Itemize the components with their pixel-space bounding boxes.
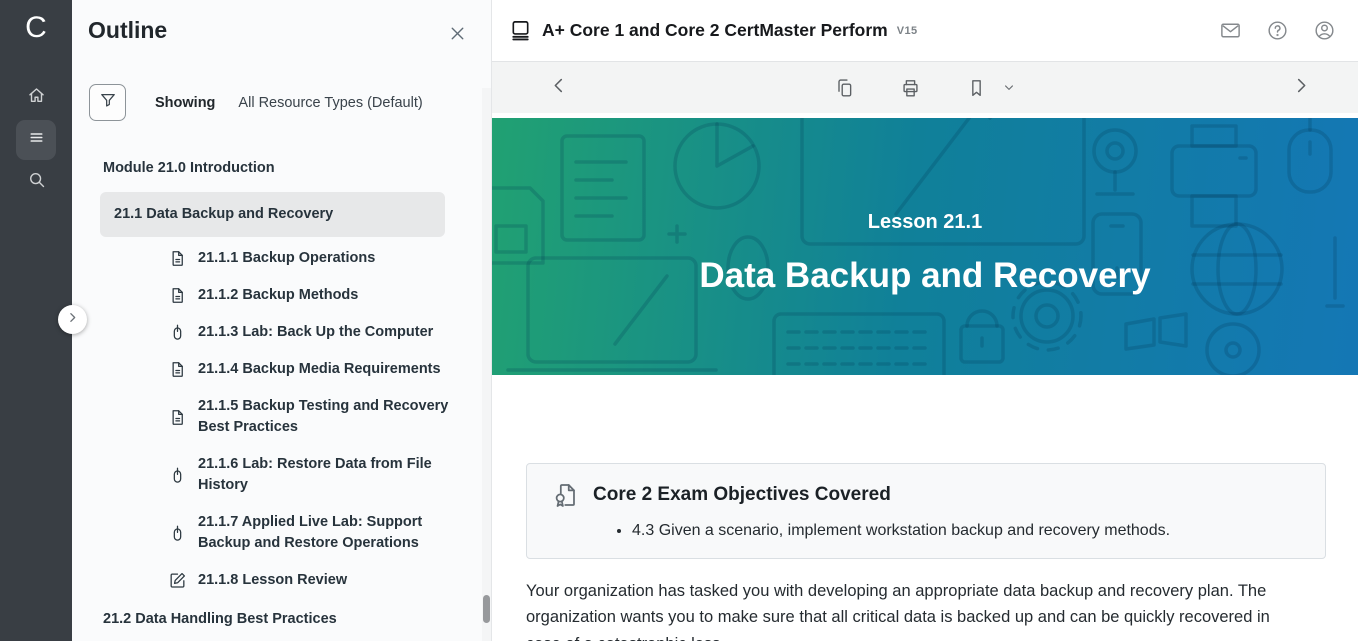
outline-item[interactable]: 21.1.2 Backup Methods [72, 277, 483, 314]
previous-page-button[interactable] [548, 74, 570, 101]
lab-mouse-icon [168, 524, 187, 543]
search-button[interactable] [16, 162, 56, 202]
outline-scrollbar-track[interactable] [482, 88, 491, 641]
outline-toggle-button[interactable] [16, 120, 56, 160]
objectives-list: 4.3 Given a scenario, implement workstat… [551, 520, 1305, 542]
main-content: A+ Core 1 and Core 2 CertMaster Perform … [491, 0, 1358, 641]
filter-showing-label: Showing [155, 95, 215, 111]
outline-item[interactable]: Module 21.0 Introduction [72, 148, 483, 189]
app-window: C Outline Showing All Resource Type [0, 0, 1358, 641]
outline-item-label: 21.2 Data Handling Best Practices [103, 609, 337, 630]
outline-item[interactable]: 21.1.4 Backup Media Requirements [72, 351, 483, 388]
chevron-right-icon [66, 311, 79, 329]
outline-item-label: Module 21.0 Introduction [103, 158, 275, 179]
objectives-header: Core 2 Exam Objectives Covered [551, 481, 1305, 509]
outline-list: Module 21.0 Introduction 21.1 Data Backup… [72, 148, 483, 641]
banner-text: Lesson 21.1 Data Backup and Recovery [492, 118, 1358, 375]
outline-item[interactable]: 21.2 Data Handling Best Practices [72, 599, 483, 640]
outline-item[interactable]: 21.1.5 Backup Testing and Recovery Best … [72, 388, 483, 446]
outline-item-label: 21.1.2 Backup Methods [198, 285, 358, 306]
filter-value: All Resource Types (Default) [238, 95, 422, 111]
filter-row: Showing All Resource Types (Default) [89, 84, 423, 121]
lesson-banner: Lesson 21.1 Data Backup and Recovery [492, 118, 1358, 375]
lab-mouse-icon [168, 323, 187, 342]
outline-item-label: 21.1.4 Backup Media Requirements [198, 359, 441, 380]
close-icon [447, 31, 468, 48]
toolbar-center-actions [834, 62, 1017, 113]
document-icon [168, 249, 187, 268]
outline-item[interactable]: 21.1.6 Lab: Restore Data from File Histo… [72, 446, 483, 504]
lesson-paragraph: Your organization has tasked you with de… [526, 578, 1298, 641]
outline-item-label: 21.1 Data Backup and Recovery [114, 204, 333, 225]
outline-item-label: 21.1.7 Applied Live Lab: Support Backup … [198, 512, 450, 554]
lesson-content: Core 2 Exam Objectives Covered 4.3 Given… [492, 375, 1358, 641]
objectives-title: Core 2 Exam Objectives Covered [593, 484, 891, 506]
menu-icon [26, 127, 47, 153]
outline-scrollbar-thumb[interactable] [483, 595, 490, 623]
outline-item-label: 21.1.6 Lab: Restore Data from File Histo… [198, 454, 450, 496]
filter-icon [98, 90, 118, 115]
chevron-left-icon [548, 74, 570, 101]
lesson-number: Lesson 21.1 [868, 211, 983, 234]
document-icon [168, 286, 187, 305]
header-actions [1219, 19, 1336, 42]
objective-bullet: 4.3 Given a scenario, implement workstat… [632, 520, 1305, 542]
search-icon [26, 169, 47, 195]
brand-logo: C [0, 0, 72, 56]
outline-item-label: 21.1.1 Backup Operations [198, 248, 375, 269]
chevron-right-icon [1290, 74, 1312, 101]
document-icon [168, 408, 187, 427]
outline-item-label: 21.1.5 Backup Testing and Recovery Best … [198, 396, 450, 438]
filter-button[interactable] [89, 84, 126, 121]
outline-item[interactable]: 21.1.3 Lab: Back Up the Computer [72, 314, 483, 351]
home-button[interactable] [16, 78, 56, 118]
lesson-title: Data Backup and Recovery [699, 256, 1150, 296]
bookmark-group [966, 77, 1017, 99]
exam-objectives-box: Core 2 Exam Objectives Covered 4.3 Given… [526, 463, 1326, 559]
outline-panel: Outline Showing All Resource Types (Defa… [72, 0, 491, 641]
chevron-down-icon[interactable] [1002, 80, 1017, 95]
outline-panel-title: Outline [88, 17, 167, 44]
panel-collapse-button[interactable] [58, 305, 87, 334]
outline-item[interactable]: 21.1 Data Backup and Recovery [100, 192, 445, 237]
lab-mouse-icon [168, 466, 187, 485]
bookmark-icon[interactable] [966, 77, 988, 99]
course-header: A+ Core 1 and Core 2 CertMaster Perform … [492, 0, 1358, 62]
close-outline-button[interactable] [447, 23, 468, 44]
course-title: A+ Core 1 and Core 2 CertMaster Perform [542, 20, 888, 41]
copy-icon[interactable] [834, 77, 856, 99]
course-icon [509, 19, 532, 42]
lesson-toolbar [492, 62, 1358, 113]
review-pencil-icon [168, 571, 187, 590]
help-icon[interactable] [1266, 19, 1289, 42]
mail-icon[interactable] [1219, 19, 1242, 42]
outline-item[interactable]: 21.1.7 Applied Live Lab: Support Backup … [72, 504, 483, 562]
print-icon[interactable] [900, 77, 922, 99]
rail-nav [0, 78, 72, 202]
next-page-button[interactable] [1290, 74, 1312, 101]
home-icon [26, 85, 47, 111]
outline-item[interactable]: 21.1.8 Lesson Review [72, 562, 483, 599]
course-version-badge: V15 [897, 25, 918, 37]
outline-item-label: 21.1.3 Lab: Back Up the Computer [198, 322, 433, 343]
account-icon[interactable] [1313, 19, 1336, 42]
outline-item[interactable]: 21.1.1 Backup Operations [72, 240, 483, 277]
certificate-icon [551, 481, 579, 509]
document-icon [168, 360, 187, 379]
outline-item-label: 21.1.8 Lesson Review [198, 570, 347, 591]
